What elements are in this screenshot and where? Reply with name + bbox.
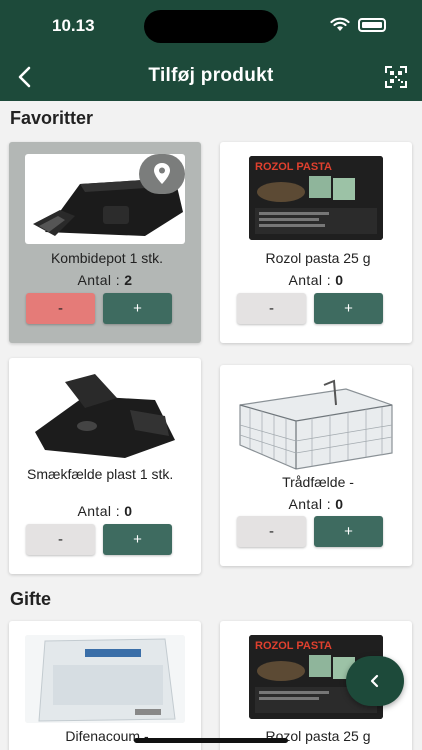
product-image-text: ROZOL PASTA <box>255 161 332 173</box>
quantity-label: Antal : <box>288 496 331 512</box>
product-image: ROZOL PASTA <box>249 156 383 240</box>
product-quantity: Antal : 0 <box>220 496 412 512</box>
product-name: Trådfælde - <box>282 474 354 490</box>
quantity-label: Antal : <box>288 272 331 288</box>
quantity-label: Antal : <box>77 272 120 288</box>
product-card-kombidepot[interactable]: Kombidepot 1 stk. Antal : 2 - + <box>9 142 201 343</box>
product-image <box>25 635 185 723</box>
product-quantity: Antal : 0 <box>220 272 412 288</box>
increase-button[interactable]: + <box>314 293 383 324</box>
decrease-button[interactable]: - <box>237 516 306 547</box>
page-title: Tilføj produkt <box>148 65 274 86</box>
decrease-button[interactable]: - <box>237 293 306 324</box>
product-quantity: Antal : 0 <box>9 503 201 519</box>
decrease-button[interactable]: - <box>26 524 95 555</box>
location-pin-icon <box>154 163 170 184</box>
home-indicator <box>134 738 288 743</box>
product-name: Kombidepot 1 stk. <box>50 250 164 266</box>
app-header: 10.13 Tilføj produkt <box>0 0 422 101</box>
product-card-difenacoum[interactable]: Difenacoum - <box>9 621 201 750</box>
increase-button[interactable]: + <box>103 524 172 555</box>
quantity-value: 0 <box>124 503 133 519</box>
section-title-favoritter: Favoritter <box>10 108 94 128</box>
decrease-button[interactable]: - <box>26 293 95 324</box>
qr-scan-icon[interactable] <box>385 66 407 88</box>
dynamic-island <box>144 10 278 43</box>
quantity-label: Antal : <box>77 503 120 519</box>
increase-button[interactable]: + <box>314 516 383 547</box>
location-pin-badge[interactable] <box>139 154 185 194</box>
product-name: Rozol pasta 25 g <box>265 250 371 266</box>
product-card-traadfaelde[interactable]: Trådfælde - Antal : 0 - + <box>220 365 412 566</box>
product-image-text: ROZOL PASTA <box>255 640 332 652</box>
product-image <box>236 375 396 471</box>
collapse-fab-button[interactable] <box>346 656 404 706</box>
product-card-smaekfaelde[interactable]: Smækfælde plast 1 stk. Antal : 0 - + <box>9 358 201 574</box>
section-title-gifte: Gifte <box>10 589 52 609</box>
product-quantity: Antal : 2 <box>9 272 201 288</box>
product-card-rozol-pasta[interactable]: ROZOL PASTA Rozol pasta 25 g Antal : 0 -… <box>220 142 412 343</box>
quantity-value: 0 <box>335 496 344 512</box>
status-time: 10.13 <box>52 16 95 35</box>
quantity-value: 2 <box>124 272 133 288</box>
battery-icon <box>358 18 386 32</box>
chevron-left-icon <box>370 674 379 688</box>
product-name: Smækfælde plast 1 stk. <box>27 466 174 482</box>
product-image <box>25 370 185 462</box>
quantity-value: 0 <box>335 272 344 288</box>
wifi-icon <box>330 17 350 31</box>
increase-button[interactable]: + <box>103 293 172 324</box>
